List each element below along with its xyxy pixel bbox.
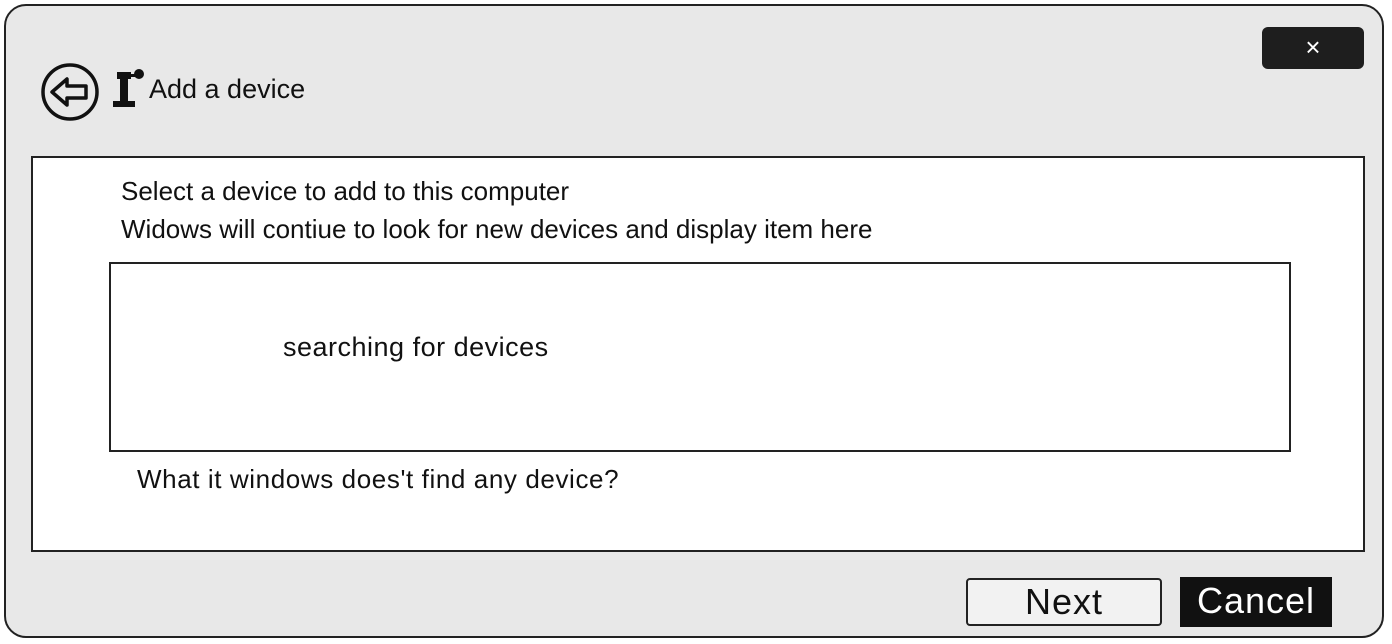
next-button[interactable]: Next xyxy=(966,578,1162,626)
page-heading: Select a device to add to this computer xyxy=(121,176,570,206)
search-status: searching for devices xyxy=(283,332,549,362)
cancel-button[interactable]: Cancel xyxy=(1180,577,1332,627)
window-title: Add a device xyxy=(149,74,306,104)
add-device-window: × Add a device Select a device to add to… xyxy=(4,4,1384,638)
help-link[interactable]: What it windows does't find any device? xyxy=(137,464,619,495)
close-icon: × xyxy=(1305,32,1321,62)
device-list[interactable]: searching for devices xyxy=(109,262,1291,452)
content-panel: Select a device to add to this computer … xyxy=(31,156,1365,552)
close-button[interactable]: × xyxy=(1262,27,1364,69)
back-arrow-icon xyxy=(41,63,99,121)
page-description: Widows will contiue to look for new devi… xyxy=(121,214,873,244)
device-icon xyxy=(109,66,147,110)
back-button[interactable] xyxy=(40,62,100,122)
